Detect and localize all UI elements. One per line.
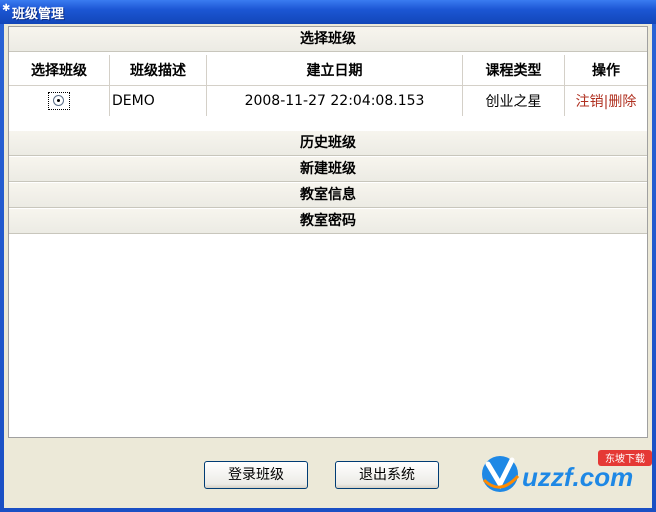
watermark-tag: 东坡下载	[605, 452, 645, 465]
footer-bar: 登录班级 退出系统 uzzf.com 东坡下载	[8, 442, 652, 506]
exit-system-button[interactable]: 退出系统	[335, 461, 439, 489]
col-created: 建立日期	[206, 55, 463, 86]
delete-link[interactable]: 删除	[608, 94, 636, 110]
created-cell: 2008-11-27 22:04:08.153	[206, 85, 463, 116]
actions-cell: 注销|删除	[565, 86, 648, 117]
description-cell: DEMO	[109, 85, 207, 116]
section-classroom-info[interactable]: 教室信息	[9, 183, 647, 208]
table-header-row: 选择班级 班级描述 建立日期 课程类型 操作	[9, 55, 647, 86]
section-classroom-password[interactable]: 教室密码	[9, 209, 647, 234]
class-table: 选择班级 班级描述 建立日期 课程类型 操作 DEMO 2008-11-27 2…	[9, 55, 647, 116]
watermark-text: uzzf.com	[522, 462, 633, 492]
class-management-window: ✱ 班级管理 选择班级 选择班级 班级描述 建立日期 课程类型 操作 DEMO …	[0, 0, 656, 512]
main-panel: 选择班级 选择班级 班级描述 建立日期 课程类型 操作 DEMO 2008-11…	[8, 26, 648, 438]
app-icon: ✱	[2, 3, 11, 14]
col-description: 班级描述	[109, 55, 207, 86]
window-title: 班级管理	[12, 7, 65, 22]
logout-link[interactable]: 注销	[576, 94, 604, 110]
col-actions: 操作	[564, 55, 647, 86]
class-radio-focus[interactable]	[48, 92, 70, 110]
select-cell	[9, 85, 110, 116]
section-select-class[interactable]: 选择班级	[9, 27, 647, 52]
section-new-class[interactable]: 新建班级	[9, 157, 647, 182]
course-type-cell: 创业之星	[462, 85, 565, 116]
col-select: 选择班级	[9, 55, 110, 86]
uzzf-watermark-logo: uzzf.com 东坡下载	[482, 450, 652, 492]
title-bar[interactable]: ✱ 班级管理	[0, 0, 656, 24]
table-row: DEMO 2008-11-27 22:04:08.153 创业之星 注销|删除	[9, 85, 648, 117]
section-history-class[interactable]: 历史班级	[9, 131, 647, 156]
class-radio[interactable]	[53, 95, 64, 106]
login-class-button[interactable]: 登录班级	[204, 461, 308, 489]
col-course-type: 课程类型	[462, 55, 565, 86]
client-area: 选择班级 选择班级 班级描述 建立日期 课程类型 操作 DEMO 2008-11…	[4, 24, 652, 508]
